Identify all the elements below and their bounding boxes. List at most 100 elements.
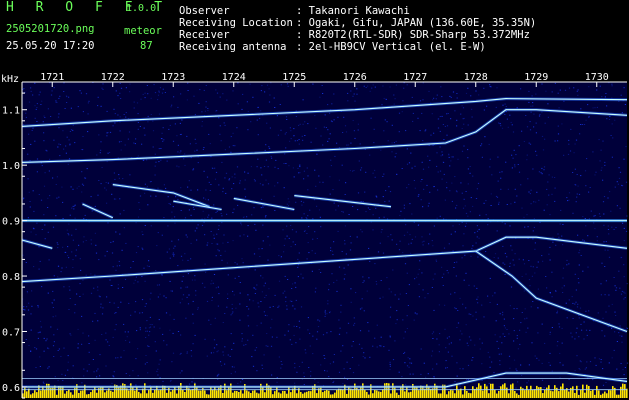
noise-dot bbox=[352, 372, 355, 374]
noise-dot bbox=[59, 95, 61, 97]
noise-dot bbox=[81, 183, 84, 185]
noise-dot bbox=[144, 192, 146, 194]
noise-dot bbox=[297, 276, 299, 278]
amplitude-bar bbox=[190, 389, 192, 398]
amplitude-bar bbox=[452, 390, 454, 398]
noise-dot bbox=[342, 211, 344, 213]
noise-dot bbox=[105, 365, 107, 367]
noise-dot bbox=[528, 142, 530, 144]
noise-dot bbox=[216, 375, 218, 377]
noise-dot bbox=[521, 207, 523, 209]
noise-dot bbox=[55, 315, 57, 317]
noise-dot bbox=[373, 128, 375, 130]
noise-dot bbox=[72, 267, 74, 268]
noise-dot bbox=[227, 354, 229, 356]
noise-dot bbox=[604, 249, 606, 251]
noise-dot bbox=[429, 233, 431, 235]
noise-dot bbox=[32, 190, 34, 192]
noise-dot bbox=[619, 325, 621, 327]
noise-dot bbox=[573, 87, 575, 89]
amplitude-bar bbox=[322, 392, 324, 398]
noise-dot bbox=[102, 83, 104, 85]
noise-dot bbox=[329, 312, 331, 314]
noise-dot bbox=[579, 249, 581, 251]
noise-dot bbox=[287, 198, 289, 200]
noise-dot bbox=[147, 345, 149, 347]
noise-dot bbox=[42, 121, 44, 123]
noise-dot bbox=[336, 290, 338, 292]
noise-dot bbox=[47, 197, 49, 199]
noise-dot bbox=[190, 350, 192, 352]
noise-dot bbox=[618, 270, 620, 272]
noise-dot bbox=[201, 224, 204, 226]
noise-dot bbox=[260, 322, 262, 324]
noise-dot bbox=[611, 226, 613, 228]
noise-dot bbox=[393, 103, 395, 105]
amplitude-bar bbox=[72, 394, 74, 398]
noise-dot bbox=[29, 206, 31, 208]
noise-dot bbox=[369, 209, 371, 210]
noise-dot bbox=[215, 171, 218, 173]
noise-dot bbox=[446, 187, 448, 189]
noise-dot bbox=[184, 217, 187, 219]
noise-dot bbox=[144, 97, 146, 99]
noise-dot bbox=[561, 123, 563, 125]
noise-dot bbox=[545, 90, 547, 92]
noise-dot bbox=[442, 124, 444, 125]
noise-dot bbox=[528, 279, 531, 281]
noise-dot bbox=[280, 367, 282, 369]
noise-dot bbox=[63, 148, 65, 150]
noise-dot bbox=[145, 327, 147, 329]
noise-dot bbox=[113, 302, 115, 304]
amplitude-bar bbox=[338, 388, 340, 398]
noise-dot bbox=[204, 110, 206, 112]
noise-dot bbox=[222, 187, 224, 189]
noise-dot bbox=[297, 258, 299, 260]
noise-dot bbox=[180, 150, 182, 152]
noise-dot bbox=[475, 311, 477, 313]
noise-dot bbox=[483, 109, 485, 111]
noise-dot bbox=[99, 375, 101, 377]
amplitude-bar bbox=[528, 390, 530, 398]
noise-dot bbox=[605, 241, 607, 243]
noise-dot bbox=[403, 207, 405, 209]
noise-dot bbox=[30, 143, 32, 145]
noise-dot bbox=[100, 149, 102, 151]
noise-dot bbox=[324, 309, 326, 311]
noise-dot bbox=[410, 152, 412, 154]
noise-dot bbox=[583, 321, 585, 323]
noise-dot bbox=[117, 287, 119, 289]
noise-dot bbox=[225, 172, 228, 174]
noise-dot bbox=[392, 269, 394, 271]
noise-dot bbox=[298, 366, 301, 367]
noise-dot bbox=[97, 286, 99, 288]
noise-dot bbox=[409, 234, 411, 236]
noise-dot bbox=[141, 312, 143, 314]
noise-dot bbox=[158, 91, 160, 93]
noise-dot bbox=[216, 233, 218, 235]
noise-dot bbox=[221, 222, 223, 224]
noise-dot bbox=[149, 324, 151, 325]
noise-dot bbox=[248, 308, 250, 310]
noise-dot bbox=[481, 342, 483, 344]
noise-dot bbox=[599, 216, 601, 217]
noise-dot bbox=[602, 368, 604, 370]
amplitude-bar bbox=[180, 383, 182, 398]
noise-dot bbox=[374, 263, 376, 265]
noise-dot bbox=[111, 193, 113, 195]
amplitude-bar bbox=[512, 383, 514, 398]
noise-dot bbox=[528, 364, 530, 366]
noise-dot bbox=[401, 168, 403, 169]
noise-dot bbox=[536, 357, 538, 359]
noise-dot bbox=[331, 103, 333, 105]
noise-dot bbox=[406, 187, 408, 189]
noise-dot bbox=[546, 287, 548, 289]
noise-dot bbox=[68, 286, 70, 288]
noise-dot bbox=[467, 124, 469, 126]
noise-dot bbox=[541, 323, 543, 325]
noise-dot bbox=[295, 299, 297, 301]
noise-dot bbox=[90, 292, 93, 294]
noise-dot bbox=[419, 130, 421, 132]
noise-dot bbox=[346, 361, 348, 363]
noise-dot bbox=[269, 244, 271, 246]
